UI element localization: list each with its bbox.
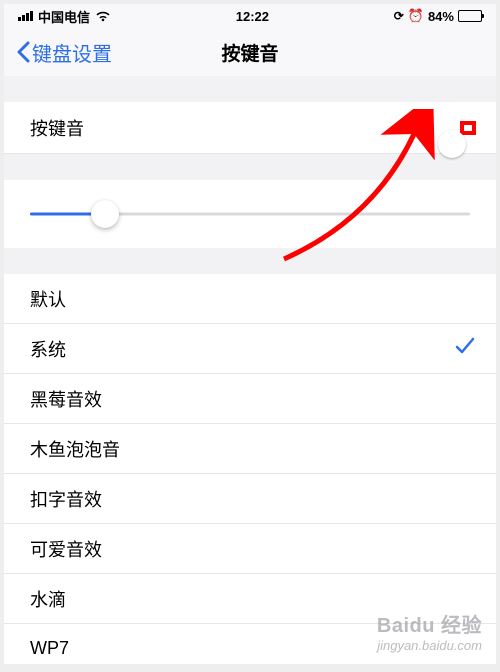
battery-icon <box>458 10 482 22</box>
sound-option-label: WP7 <box>30 638 69 659</box>
slider-thumb[interactable] <box>91 200 119 228</box>
sound-option[interactable]: WP7 <box>4 624 496 664</box>
sound-option-label: 可爱音效 <box>30 536 102 562</box>
battery-percent: 84% <box>428 9 454 24</box>
sound-option[interactable]: 水滴 <box>4 574 496 624</box>
carrier-label: 中国电信 <box>38 7 90 26</box>
sound-option-label: 默认 <box>30 286 66 312</box>
sound-option[interactable]: 黑莓音效 <box>4 374 496 424</box>
back-button[interactable]: 键盘设置 <box>16 38 112 67</box>
toggle-label: 按键音 <box>30 115 84 141</box>
chevron-left-icon <box>16 41 30 63</box>
sound-option-label: 水滴 <box>30 586 66 612</box>
signal-icon <box>18 11 33 21</box>
status-bar: 中国电信 12:22 ⟳ ⏰ 84% <box>4 4 496 28</box>
sound-option[interactable]: 木鱼泡泡音 <box>4 424 496 474</box>
sound-option-label: 木鱼泡泡音 <box>30 436 120 462</box>
annotation-highlight-box <box>460 121 476 135</box>
toggle-knob <box>438 130 466 158</box>
sound-option[interactable]: 可爱音效 <box>4 524 496 574</box>
status-time: 12:22 <box>236 9 269 24</box>
checkmark-icon <box>454 335 476 362</box>
sound-option-label: 黑莓音效 <box>30 386 102 412</box>
back-label: 键盘设置 <box>32 38 112 67</box>
orientation-lock-icon: ⟳ <box>394 9 404 23</box>
wifi-icon <box>95 10 111 22</box>
volume-slider-row <box>4 180 496 248</box>
sound-option[interactable]: 默认 <box>4 274 496 324</box>
nav-bar: 键盘设置 按键音 <box>4 28 496 76</box>
sound-option-label: 扣字音效 <box>30 486 102 512</box>
sound-option[interactable]: 系统 <box>4 324 496 374</box>
sound-option-label: 系统 <box>30 336 66 362</box>
volume-slider[interactable] <box>30 200 470 228</box>
sound-option[interactable]: 扣字音效 <box>4 474 496 524</box>
key-sound-toggle-row: 按键音 <box>4 102 496 154</box>
alarm-icon: ⏰ <box>408 8 424 24</box>
sound-effect-list: 默认系统黑莓音效木鱼泡泡音扣字音效可爱音效水滴WP7可乐音效弹钢琴机械键盘·青轴 <box>4 274 496 664</box>
